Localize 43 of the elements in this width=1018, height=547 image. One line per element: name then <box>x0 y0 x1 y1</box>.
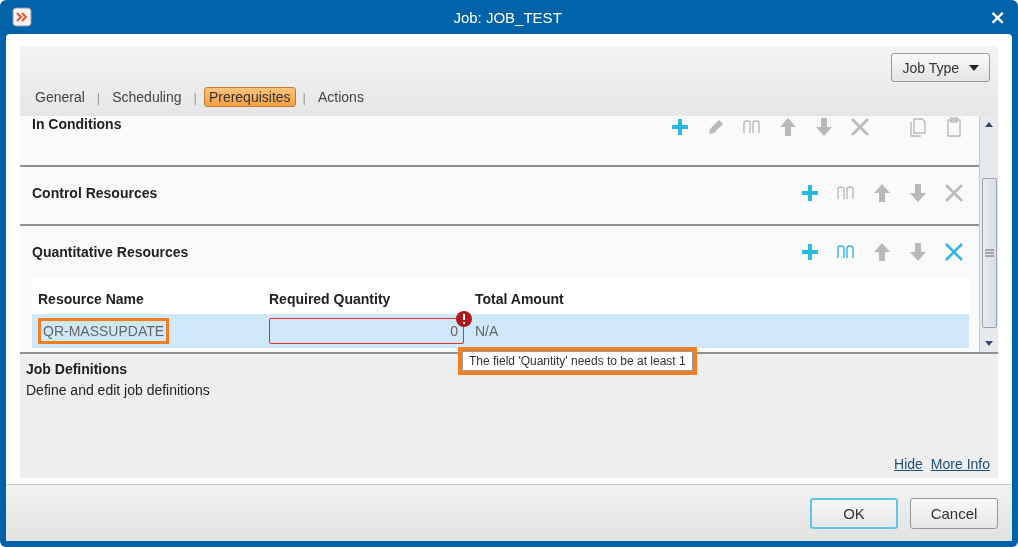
column-header: Required Quantity <box>263 278 469 314</box>
column-header: Total Amount <box>469 278 969 314</box>
dialog-button[interactable]: OK <box>810 497 898 529</box>
error-icon <box>456 311 472 327</box>
plus-icon[interactable] <box>669 116 691 138</box>
delete-icon[interactable] <box>943 182 965 204</box>
table-cell: N/A <box>475 323 499 339</box>
delete-icon[interactable] <box>849 116 871 138</box>
up-arrow-icon[interactable] <box>871 182 893 204</box>
window-title: Job: JOB_TEST <box>452 8 563 26</box>
link[interactable]: Hide <box>894 456 923 472</box>
tab[interactable]: Prerequisites <box>203 87 296 107</box>
tab[interactable]: Scheduling <box>107 87 187 107</box>
column-header: Resource Name <box>32 278 263 314</box>
down-arrow-icon[interactable] <box>907 241 929 263</box>
scrollbar[interactable] <box>979 116 998 352</box>
section-title: Control Resources <box>32 185 159 201</box>
app-icon <box>12 7 32 27</box>
quantity-field[interactable]: 0 <box>269 318 464 344</box>
copy-icon[interactable] <box>907 116 929 138</box>
plus-icon[interactable] <box>799 182 821 204</box>
tab-separator: | <box>193 89 197 105</box>
up-arrow-icon[interactable] <box>777 116 799 138</box>
delete-icon[interactable] <box>943 241 965 263</box>
info-title: Job Definitions <box>26 361 128 377</box>
tab[interactable]: Actions <box>312 87 369 107</box>
plus-icon[interactable] <box>799 241 821 263</box>
up-arrow-icon[interactable] <box>871 241 893 263</box>
section-title: In Conditions <box>32 116 123 132</box>
down-arrow-icon[interactable] <box>813 116 835 138</box>
tab-separator: | <box>302 89 306 105</box>
job-type-dropdown[interactable]: Job Type <box>891 53 990 82</box>
link[interactable]: More Info <box>930 456 990 472</box>
table-cell: QR-MASSUPDATE <box>38 318 170 344</box>
dialog-button[interactable]: Cancel <box>910 497 998 529</box>
down-arrow-icon[interactable] <box>907 182 929 204</box>
section-title: Quantitative Resources <box>32 244 190 260</box>
grip-icon <box>984 249 994 257</box>
close-button[interactable]: × <box>983 5 1012 29</box>
tab-separator: | <box>96 89 101 105</box>
info-description: Define and edit job definitions <box>26 382 210 398</box>
tab[interactable]: General <box>30 87 90 107</box>
caret-icon <box>969 64 979 71</box>
